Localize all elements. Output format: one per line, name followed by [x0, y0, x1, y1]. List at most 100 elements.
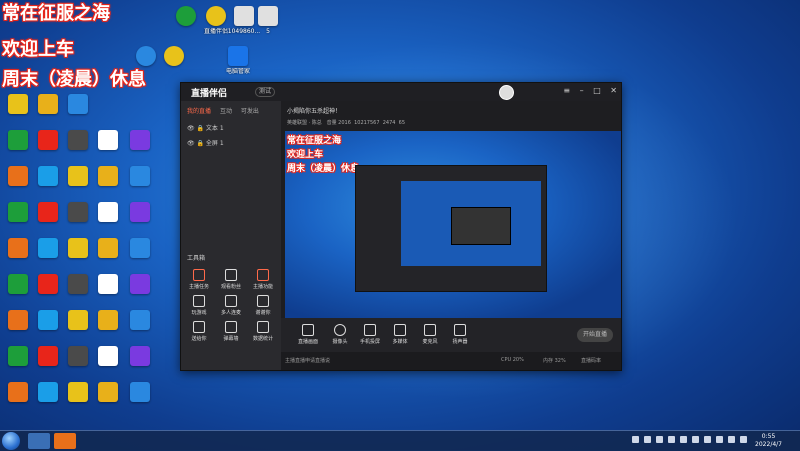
status-left: 主播直播申请直播说: [285, 358, 331, 364]
desktop-icon[interactable]: [120, 202, 160, 222]
tool-label: 数据统计: [252, 336, 273, 342]
yellow-app-icon: [206, 6, 226, 26]
toolbox-item[interactable]: 多人连麦: [217, 295, 245, 316]
toolbox-item[interactable]: 弹幕墙: [217, 321, 245, 342]
app-icon: [130, 310, 150, 330]
desktop-icon[interactable]: [120, 238, 160, 258]
tool-label: 玩游戏: [191, 310, 207, 316]
app-icon: [68, 130, 88, 150]
toolbox-item[interactable]: 玩游戏: [185, 295, 213, 316]
left-panel: 我的直播 互动 可发出 👁 🔒 文本 1 👁 🔒 全屏 1 工具箱 主播任务 观看…: [181, 101, 282, 370]
tab-interact[interactable]: 互动: [220, 108, 232, 115]
desktop-icon[interactable]: [58, 94, 98, 114]
app-icon: [68, 202, 88, 222]
app-icon: [130, 202, 150, 222]
app-icon: [130, 346, 150, 366]
tray-icon[interactable]: [692, 436, 699, 443]
status-cpu: CPU 20%: [501, 357, 524, 363]
close-icon[interactable]: ✕: [610, 86, 617, 95]
tray-icon[interactable]: [740, 436, 747, 443]
tray-icon[interactable]: [668, 436, 675, 443]
speaker-icon: [454, 324, 466, 336]
tool-phone-cast[interactable]: 手机投屏: [353, 324, 387, 345]
nested-window-preview: [451, 207, 511, 245]
toolbox-item[interactable]: 观看粉丝: [217, 269, 245, 290]
scene-item-text[interactable]: 👁 🔒 文本 1: [181, 120, 281, 135]
tool-label: 多人连麦: [220, 310, 241, 316]
toolbox-item[interactable]: 谢谢你: [249, 295, 277, 316]
scene-item-fullscreen[interactable]: 👁 🔒 全屏 1: [181, 135, 281, 150]
desktop-icon[interactable]: [120, 346, 160, 366]
main-area: 小揭陷你五杀超神！ 英雄联盟 · 陈总 音量 2016 10217567 247…: [281, 101, 621, 370]
app-icon: [8, 310, 28, 330]
ie-icon: [136, 46, 156, 66]
toolbox-item[interactable]: 送给你: [185, 321, 213, 342]
desktop-icon-app-3[interactable]: [154, 46, 194, 68]
tool-icon: [193, 269, 205, 281]
yellow-app-icon: [164, 46, 184, 66]
desktop-icon-pc-manager[interactable]: 电脑管家: [218, 46, 258, 75]
app-icon: [68, 94, 88, 114]
stream-title: 小揭陷你五杀超神！: [287, 108, 342, 115]
clock[interactable]: 0:55 2022/4/7: [755, 433, 782, 449]
version-badge: 测试: [255, 87, 276, 97]
tool-stream-screen[interactable]: 直播画面: [291, 324, 325, 345]
app-icon: [130, 382, 150, 402]
desktop-icon[interactable]: [120, 166, 160, 186]
tool-camera[interactable]: 摄像头: [323, 324, 357, 345]
stream-preview[interactable]: 常在征服之海 欢迎上车 周末（凌晨）休息: [285, 131, 621, 319]
tool-speaker[interactable]: 扬声器: [443, 324, 477, 345]
tray-icon[interactable]: [656, 436, 663, 443]
taskbar-app-explorer[interactable]: [28, 433, 50, 449]
avatar[interactable]: [499, 85, 514, 100]
app-icon: [68, 310, 88, 330]
tool-label: 送给你: [191, 336, 207, 342]
toolbox-item[interactable]: 主播任务: [185, 269, 213, 290]
tool-label: 主播任务: [188, 284, 209, 290]
tool-microphone[interactable]: 麦克风: [413, 324, 447, 345]
preview-overlay-3: 周末（凌晨）休息: [287, 164, 360, 174]
app-logo: 直播伴侣: [191, 89, 228, 99]
app-icon: [38, 346, 58, 366]
desktop-icon[interactable]: [120, 382, 160, 402]
desktop-icon[interactable]: [120, 310, 160, 330]
tray-icon[interactable]: [680, 436, 687, 443]
menu-icon[interactable]: ≡: [563, 86, 570, 95]
tray-icon[interactable]: [632, 436, 639, 443]
status-bar: 主播直播申请直播说 CPU 20% 内存 32% 直播码率: [281, 352, 621, 370]
app-icon: [8, 166, 28, 186]
app-icon: [38, 94, 58, 114]
desktop-icon-file-2[interactable]: 5: [248, 6, 288, 35]
tab-my-stream[interactable]: 我的直播: [187, 108, 211, 115]
tray-icon[interactable]: [704, 436, 711, 443]
app-icon: [38, 166, 58, 186]
document-icon: [258, 6, 278, 26]
go-live-button[interactable]: 开始直播: [577, 328, 613, 342]
app-icon: [38, 130, 58, 150]
app-icon: [130, 238, 150, 258]
start-button[interactable]: [2, 432, 20, 450]
live-companion-window[interactable]: 直播伴侣 测试 ≡ – □ ✕ 我的直播 互动 可发出 👁 🔒 文本 1 👁 🔒…: [180, 82, 622, 371]
app-icon: [98, 202, 118, 222]
status-bitrate: 直播码率: [581, 358, 602, 364]
toolbox-item[interactable]: 主播功能: [249, 269, 277, 290]
tray-icon[interactable]: [644, 436, 651, 443]
app-icon: [38, 202, 58, 222]
desktop-icon[interactable]: [120, 274, 160, 294]
app-icon: [98, 346, 118, 366]
window-titlebar[interactable]: 直播伴侣 测试 ≡ – □ ✕: [181, 83, 621, 101]
nested-window-preview: [355, 165, 547, 292]
toolbox-item[interactable]: 数据统计: [249, 321, 277, 342]
minimize-icon[interactable]: –: [580, 86, 584, 95]
network-icon[interactable]: [728, 436, 735, 443]
tab-publish[interactable]: 可发出: [241, 108, 259, 115]
desktop-icon[interactable]: [120, 130, 160, 150]
tool-media[interactable]: 多媒体: [383, 324, 417, 345]
app-icon: [8, 238, 28, 258]
app-icon: [68, 166, 88, 186]
app-icon: [38, 382, 58, 402]
volume-icon[interactable]: [716, 436, 723, 443]
maximize-icon[interactable]: □: [593, 86, 601, 95]
taskbar-app-live[interactable]: [54, 433, 76, 449]
stream-meta: 英雄联盟 · 陈总 音量 2016 10217567 2474 65: [287, 120, 406, 126]
